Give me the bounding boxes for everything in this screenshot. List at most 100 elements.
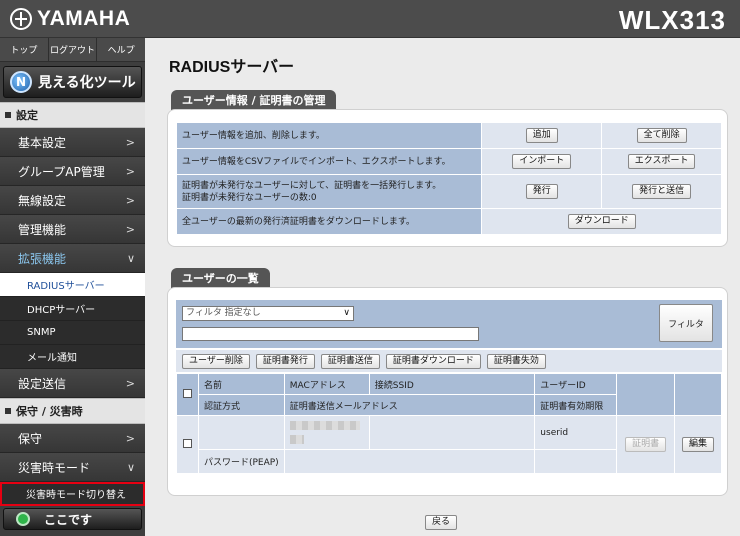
sidebar-subitem-snmp[interactable]: SNMP: [0, 321, 145, 345]
users-panel-tab: ユーザーの一覧: [171, 268, 270, 288]
users-panel: フィルタ 指定なし ∨ フィルタ ユーザー削除 証明書発行 証明書送信 証明書ダ…: [167, 287, 728, 496]
page-title: RADIUSサーバー: [169, 59, 295, 76]
users-table: 名前 MACアドレス 接続SSID ユーザーID 認証方式 証明書送信メールアド…: [176, 373, 722, 474]
sidebar-item-config-transfer[interactable]: 設定送信 >: [0, 369, 145, 398]
cell-userid: userid: [534, 415, 618, 450]
filter-select-value: フィルタ 指定なし: [186, 308, 261, 318]
add-button[interactable]: 追加: [525, 128, 558, 143]
unissued-count: 証明書が未発行なユーザーの数:0: [182, 192, 317, 203]
header-auth: 認証方式: [197, 394, 285, 416]
cell-ssid: [368, 415, 536, 450]
row-checkbox[interactable]: [182, 438, 192, 448]
revoke-cert-button[interactable]: 証明書失効: [486, 353, 546, 369]
chevron-right-icon: >: [125, 223, 135, 236]
visualization-tool-button[interactable]: N 見える化ツール: [3, 66, 142, 98]
chevron-right-icon: >: [125, 432, 135, 445]
table-row: userid 証明書 編集: [176, 415, 722, 474]
header-mail: 証明書送信メールアドレス: [283, 394, 536, 416]
visualization-gauge-icon: N: [10, 71, 32, 93]
green-status-icon: [16, 512, 30, 526]
sidebar-item-label: 管理機能: [18, 222, 67, 237]
chevron-down-icon: ∨: [126, 252, 135, 265]
import-button[interactable]: インポート: [512, 154, 572, 169]
sidebar-item-extensions[interactable]: 拡張機能 ∨: [0, 244, 145, 273]
sidebar-subitem-mail[interactable]: メール通知: [0, 345, 145, 369]
chevron-down-icon: ∨: [126, 461, 135, 474]
main-content: RADIUSサーバー ユーザー情報 / 証明書の管理 ユーザー情報を追加、削除し…: [145, 38, 740, 536]
sidebar-item-label: 災害時モード: [18, 460, 91, 475]
maintenance-section-header: 保守 / 災害時: [0, 398, 145, 424]
sidebar-item-management[interactable]: 管理機能 >: [0, 215, 145, 244]
top-link[interactable]: トップ: [0, 38, 49, 61]
tuning-fork-logo-icon: [10, 8, 32, 30]
select-all-checkbox[interactable]: [182, 388, 192, 398]
sidebar-item-wireless[interactable]: 無線設定 >: [0, 186, 145, 215]
settings-section-header: 設定: [0, 102, 145, 128]
table-row: 全ユーザーの最新の発行済証明書をダウンロードします。 ダウンロード: [175, 208, 722, 235]
cert-button[interactable]: 証明書: [625, 437, 667, 452]
table-row: ユーザー情報をCSVファイルでインポート、エクスポートします。 インポート エク…: [175, 148, 722, 175]
sidebar-item-label: 設定送信: [18, 376, 67, 391]
filter-button[interactable]: フィルタ: [659, 304, 713, 342]
delete-user-button[interactable]: ユーザー削除: [182, 353, 250, 369]
issue-cert-button[interactable]: 証明書発行: [255, 353, 315, 369]
sidebar-subitem-disaster-switch[interactable]: 災害時モード切り替え: [0, 482, 145, 506]
brand-name: YAMAHA: [37, 7, 131, 30]
download-cert-button[interactable]: 証明書ダウンロード: [385, 353, 481, 369]
top-header: YAMAHA WLX313: [0, 0, 740, 38]
issue-and-send-button[interactable]: 発行と送信: [632, 184, 692, 199]
filter-select[interactable]: フィルタ 指定なし ∨: [182, 306, 354, 321]
chevron-down-icon: ∨: [343, 308, 350, 318]
sidebar-item-disaster-mode[interactable]: 災害時モード ∨: [0, 453, 145, 482]
header-mac: MACアドレス: [283, 373, 370, 395]
visualization-tool-label: 見える化ツール: [38, 75, 136, 91]
delete-all-button[interactable]: 全て削除: [636, 128, 687, 143]
edit-button[interactable]: 編集: [682, 437, 715, 452]
here-button[interactable]: ここです: [3, 508, 142, 530]
sidebar-item-maintenance[interactable]: 保守 >: [0, 424, 145, 453]
issue-description: 証明書が未発行なユーザーに対して、証明書を一括発行します。: [182, 180, 442, 191]
redacted-mac: [289, 420, 360, 430]
table-row: ユーザー情報を追加、削除します。 追加 全て削除: [175, 122, 722, 149]
mgmt-panel: ユーザー情報を追加、削除します。 追加 全て削除 ユーザー情報をCSVファイルで…: [167, 109, 728, 247]
sidebar-item-label: 無線設定: [18, 193, 67, 208]
user-toolbar: ユーザー削除 証明書発行 証明書送信 証明書ダウンロード 証明書失効: [176, 350, 722, 372]
row-description: 全ユーザーの最新の発行済証明書をダウンロードします。: [175, 208, 483, 235]
cell-auth: パスワード(PEAP): [197, 449, 285, 474]
top-nav: トップ ログアウト ヘルプ: [0, 38, 145, 62]
row-description: ユーザー情報を追加、削除します。: [175, 122, 483, 149]
chevron-right-icon: >: [125, 165, 135, 178]
sidebar-subitem-radius[interactable]: RADIUSサーバー: [0, 273, 145, 297]
sidebar-item-label: 保守: [18, 431, 43, 446]
header-userid: ユーザーID: [534, 373, 618, 395]
help-link[interactable]: ヘルプ: [97, 38, 145, 61]
sidebar-subitem-dhcp[interactable]: DHCPサーバー: [0, 297, 145, 321]
sidebar-item-basic-settings[interactable]: 基本設定 >: [0, 128, 145, 157]
filter-area: フィルタ 指定なし ∨ フィルタ: [176, 300, 722, 348]
model-name: WLX313: [618, 5, 726, 35]
logout-link[interactable]: ログアウト: [49, 38, 98, 61]
export-button[interactable]: エクスポート: [627, 154, 696, 169]
table-row: 証明書が未発行なユーザーに対して、証明書を一括発行します。 証明書が未発行なユー…: [175, 174, 722, 209]
sidebar: トップ ログアウト ヘルプ N 見える化ツール 設定 基本設定 > グループAP…: [0, 38, 145, 536]
cell-expiry: [534, 449, 618, 474]
table-header-row: 名前 MACアドレス 接続SSID ユーザーID: [176, 373, 722, 416]
cell-name: [197, 415, 285, 450]
sidebar-item-label: グループAP管理: [18, 164, 105, 179]
sidebar-item-label: 拡張機能: [18, 251, 67, 266]
chevron-right-icon: >: [125, 194, 135, 207]
issue-button[interactable]: 発行: [525, 184, 558, 199]
sidebar-item-label: 基本設定: [18, 135, 67, 150]
chevron-right-icon: >: [125, 377, 135, 390]
send-cert-button[interactable]: 証明書送信: [320, 353, 380, 369]
download-button[interactable]: ダウンロード: [567, 214, 636, 229]
filter-input[interactable]: [182, 327, 479, 341]
header-name: 名前: [197, 373, 285, 395]
header-ssid: 接続SSID: [368, 373, 536, 395]
yamaha-logo: YAMAHA: [10, 7, 130, 31]
sidebar-item-group-ap[interactable]: グループAP管理 >: [0, 157, 145, 186]
cell-mail: [283, 449, 536, 474]
redacted-mac: [289, 434, 304, 444]
back-button[interactable]: 戻る: [425, 515, 458, 530]
cell-mac: [283, 415, 370, 450]
